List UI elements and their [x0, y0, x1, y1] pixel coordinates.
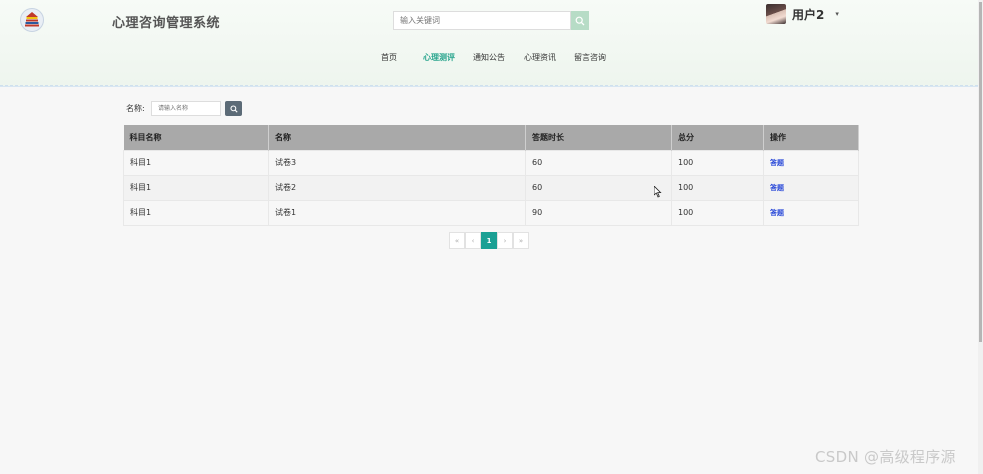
avatar	[766, 4, 786, 24]
table-row: 科目1 试卷1 90 100 答题	[123, 199, 859, 226]
main-nav: 首页 心理测评 通知公告 心理资讯 留言咨询	[0, 52, 983, 64]
pagination: « ‹ 1 › »	[449, 232, 529, 250]
user-menu[interactable]: 用户2 ▾	[766, 3, 839, 25]
table-header-row: 科目名称 名称 答题时长 总分 操作	[123, 125, 859, 150]
app-title: 心理咨询管理系统	[112, 16, 221, 31]
nav-item-notices[interactable]: 通知公告	[473, 52, 505, 63]
cell-actions: 答题	[763, 199, 859, 226]
cell-duration: 60	[525, 149, 672, 176]
logo-icon	[20, 8, 44, 32]
prev-page-button[interactable]: ‹	[465, 232, 481, 249]
current-page-button[interactable]: 1	[481, 232, 497, 249]
page-scrollbar[interactable]	[978, 0, 983, 474]
search-input[interactable]	[393, 11, 571, 30]
user-name: 用户2	[792, 7, 825, 22]
mouse-cursor-icon	[654, 186, 662, 198]
filter-search-button[interactable]	[225, 101, 242, 116]
header-divider	[0, 85, 983, 86]
search-icon	[229, 104, 238, 113]
watermark: CSDN @高级程序源	[815, 448, 956, 466]
chevron-down-icon[interactable]: ▾	[835, 10, 839, 18]
last-page-button[interactable]: »	[513, 232, 529, 249]
cell-duration: 60	[525, 174, 672, 201]
column-header-total-score: 总分	[671, 125, 764, 150]
scrollbar-thumb[interactable]	[979, 2, 982, 342]
nav-item-home[interactable]: 首页	[381, 52, 397, 63]
table-row: 科目1 试卷3 60 100 答题	[123, 149, 859, 176]
first-page-button[interactable]: «	[449, 232, 465, 249]
column-header-name: 名称	[268, 125, 526, 150]
cell-total-score: 100	[671, 149, 764, 176]
cell-name: 试卷2	[268, 174, 526, 201]
cell-name: 试卷3	[268, 149, 526, 176]
name-filter-label: 名称:	[126, 104, 145, 113]
answer-link[interactable]: 答题	[770, 209, 784, 217]
column-header-actions: 操作	[763, 125, 859, 150]
cell-subject: 科目1	[123, 199, 269, 226]
cell-total-score: 100	[671, 199, 764, 226]
cell-subject: 科目1	[123, 149, 269, 176]
nav-item-news[interactable]: 心理资讯	[524, 52, 556, 63]
nav-item-assessment[interactable]: 心理测评	[423, 52, 455, 63]
cell-actions: 答题	[763, 174, 859, 201]
cell-total-score: 100	[671, 174, 764, 201]
exam-table: 科目名称 名称 答题时长 总分 操作 科目1 试卷3 60 100 答题 科目1…	[123, 125, 859, 226]
cell-name: 试卷1	[268, 199, 526, 226]
search-button[interactable]	[571, 11, 589, 30]
cell-duration: 90	[525, 199, 672, 226]
nav-item-messages[interactable]: 留言咨询	[574, 52, 606, 63]
column-header-duration: 答题时长	[525, 125, 672, 150]
search-icon	[575, 16, 585, 25]
column-header-subject: 科目名称	[123, 125, 269, 150]
answer-link[interactable]: 答题	[770, 184, 784, 192]
answer-link[interactable]: 答题	[770, 159, 784, 167]
name-filter-input[interactable]	[151, 101, 221, 116]
next-page-button[interactable]: ›	[497, 232, 513, 249]
cell-actions: 答题	[763, 149, 859, 176]
cell-subject: 科目1	[123, 174, 269, 201]
table-row: 科目1 试卷2 60 100 答题	[123, 174, 859, 201]
